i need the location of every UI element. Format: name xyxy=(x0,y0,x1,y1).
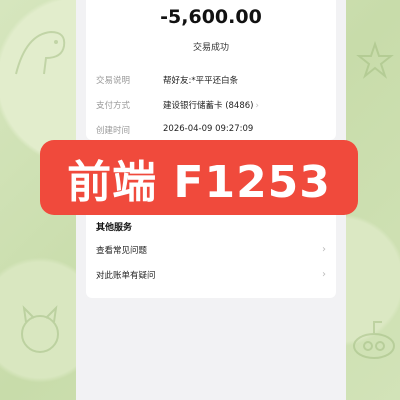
faq-item[interactable]: 查看常见问题 › xyxy=(96,244,326,262)
detail-label: 支付方式 xyxy=(96,101,131,111)
faq-label: 查看常见问题 xyxy=(96,246,148,256)
detail-value: 2026-04-09 09:27:09 xyxy=(163,124,254,134)
transaction-status: 交易成功 xyxy=(192,43,229,53)
other-services-title: 其他服务 xyxy=(96,223,133,233)
watermark-banner: 前端 F1253 xyxy=(40,140,358,215)
star-doodle-icon xyxy=(356,40,394,79)
dinosaur-doodle-icon xyxy=(15,30,66,75)
other-services-card: 其他服务 查看常见问题 › 对此账单有疑问 › xyxy=(86,208,336,298)
chevron-right-icon: › xyxy=(255,101,259,111)
detail-label: 创建时间 xyxy=(96,126,131,136)
detail-value: 建设银行储蓄卡 (8486) › xyxy=(163,99,259,111)
transaction-card: -5,600.00 交易成功 交易说明 帮好友:*平平还白条 支付方式 建设银行… xyxy=(86,0,336,140)
transaction-amount: -5,600.00 xyxy=(160,6,262,28)
chevron-right-icon: › xyxy=(322,269,326,280)
submarine-doodle-icon xyxy=(353,321,395,359)
detail-label: 交易说明 xyxy=(96,76,131,86)
cat-doodle-icon xyxy=(21,305,59,353)
payment-method-value: 建设银行储蓄卡 (8486) xyxy=(163,101,254,111)
chevron-right-icon: › xyxy=(322,244,326,255)
detail-value: 帮好友:*平平还白条 xyxy=(163,76,239,86)
dispute-bill-item[interactable]: 对此账单有疑问 › xyxy=(96,269,326,287)
dispute-bill-label: 对此账单有疑问 xyxy=(96,271,156,281)
